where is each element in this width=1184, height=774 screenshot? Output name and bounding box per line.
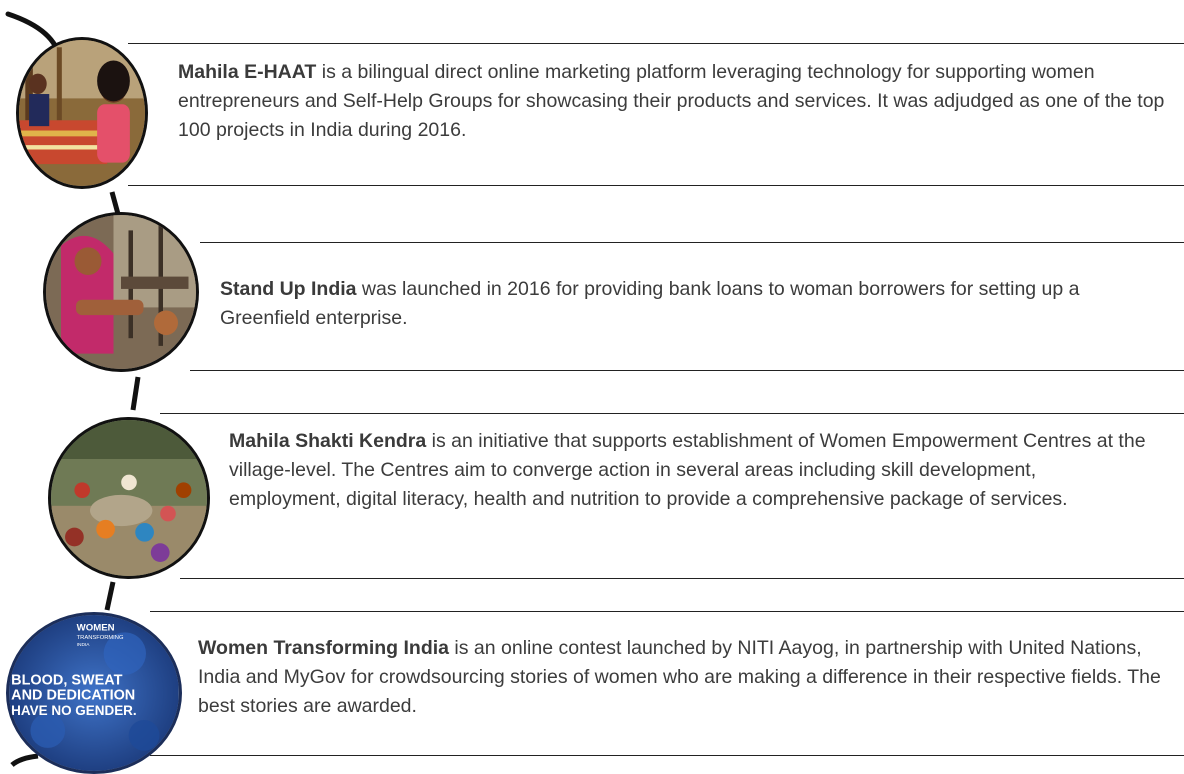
entry-title: Mahila Shakti Kendra bbox=[229, 430, 427, 452]
entry-title: Women Transforming India bbox=[198, 637, 449, 659]
poster-top-text-2: TRANSFORMING bbox=[77, 635, 124, 641]
divider-4-top bbox=[150, 611, 1184, 612]
poster-top-text-1: WOMEN bbox=[77, 622, 115, 633]
entry-women-transforming-india: Women Transforming India is an online co… bbox=[198, 634, 1178, 721]
village-gathering-photo-icon bbox=[48, 417, 210, 579]
entry-mahila-ehaat: Mahila E-HAAT is a bilingual direct onli… bbox=[178, 58, 1178, 145]
weaving-women-photo-icon bbox=[16, 37, 148, 189]
divider-3-bottom bbox=[180, 578, 1184, 579]
entry-stand-up-india: Stand Up India was launched in 2016 for … bbox=[220, 275, 1170, 333]
poster-line-3: HAVE NO GENDER. bbox=[11, 703, 136, 718]
divider-3-top bbox=[160, 413, 1184, 414]
entry-body: is a bilingual direct online marketing p… bbox=[178, 61, 1165, 141]
poster-line-2: AND DEDICATION bbox=[11, 688, 135, 704]
divider-1-top bbox=[128, 43, 1184, 44]
divider-2-bottom bbox=[190, 370, 1184, 371]
poster-top-text-3: INDIA bbox=[77, 642, 91, 648]
entry-title: Stand Up India bbox=[220, 278, 357, 300]
contest-poster-image-icon: WOMEN TRANSFORMING INDIA BLOOD, SWEAT AN… bbox=[6, 612, 182, 774]
woman-at-loom-photo-icon bbox=[43, 212, 199, 372]
divider-4-bottom bbox=[150, 755, 1184, 756]
entry-title: Mahila E-HAAT bbox=[178, 61, 317, 83]
divider-2-top bbox=[200, 242, 1184, 243]
entry-mahila-shakti-kendra: Mahila Shakti Kendra is an initiative th… bbox=[229, 427, 1149, 514]
divider-1-bottom bbox=[128, 185, 1184, 186]
poster-line-1: BLOOD, SWEAT bbox=[11, 672, 122, 688]
